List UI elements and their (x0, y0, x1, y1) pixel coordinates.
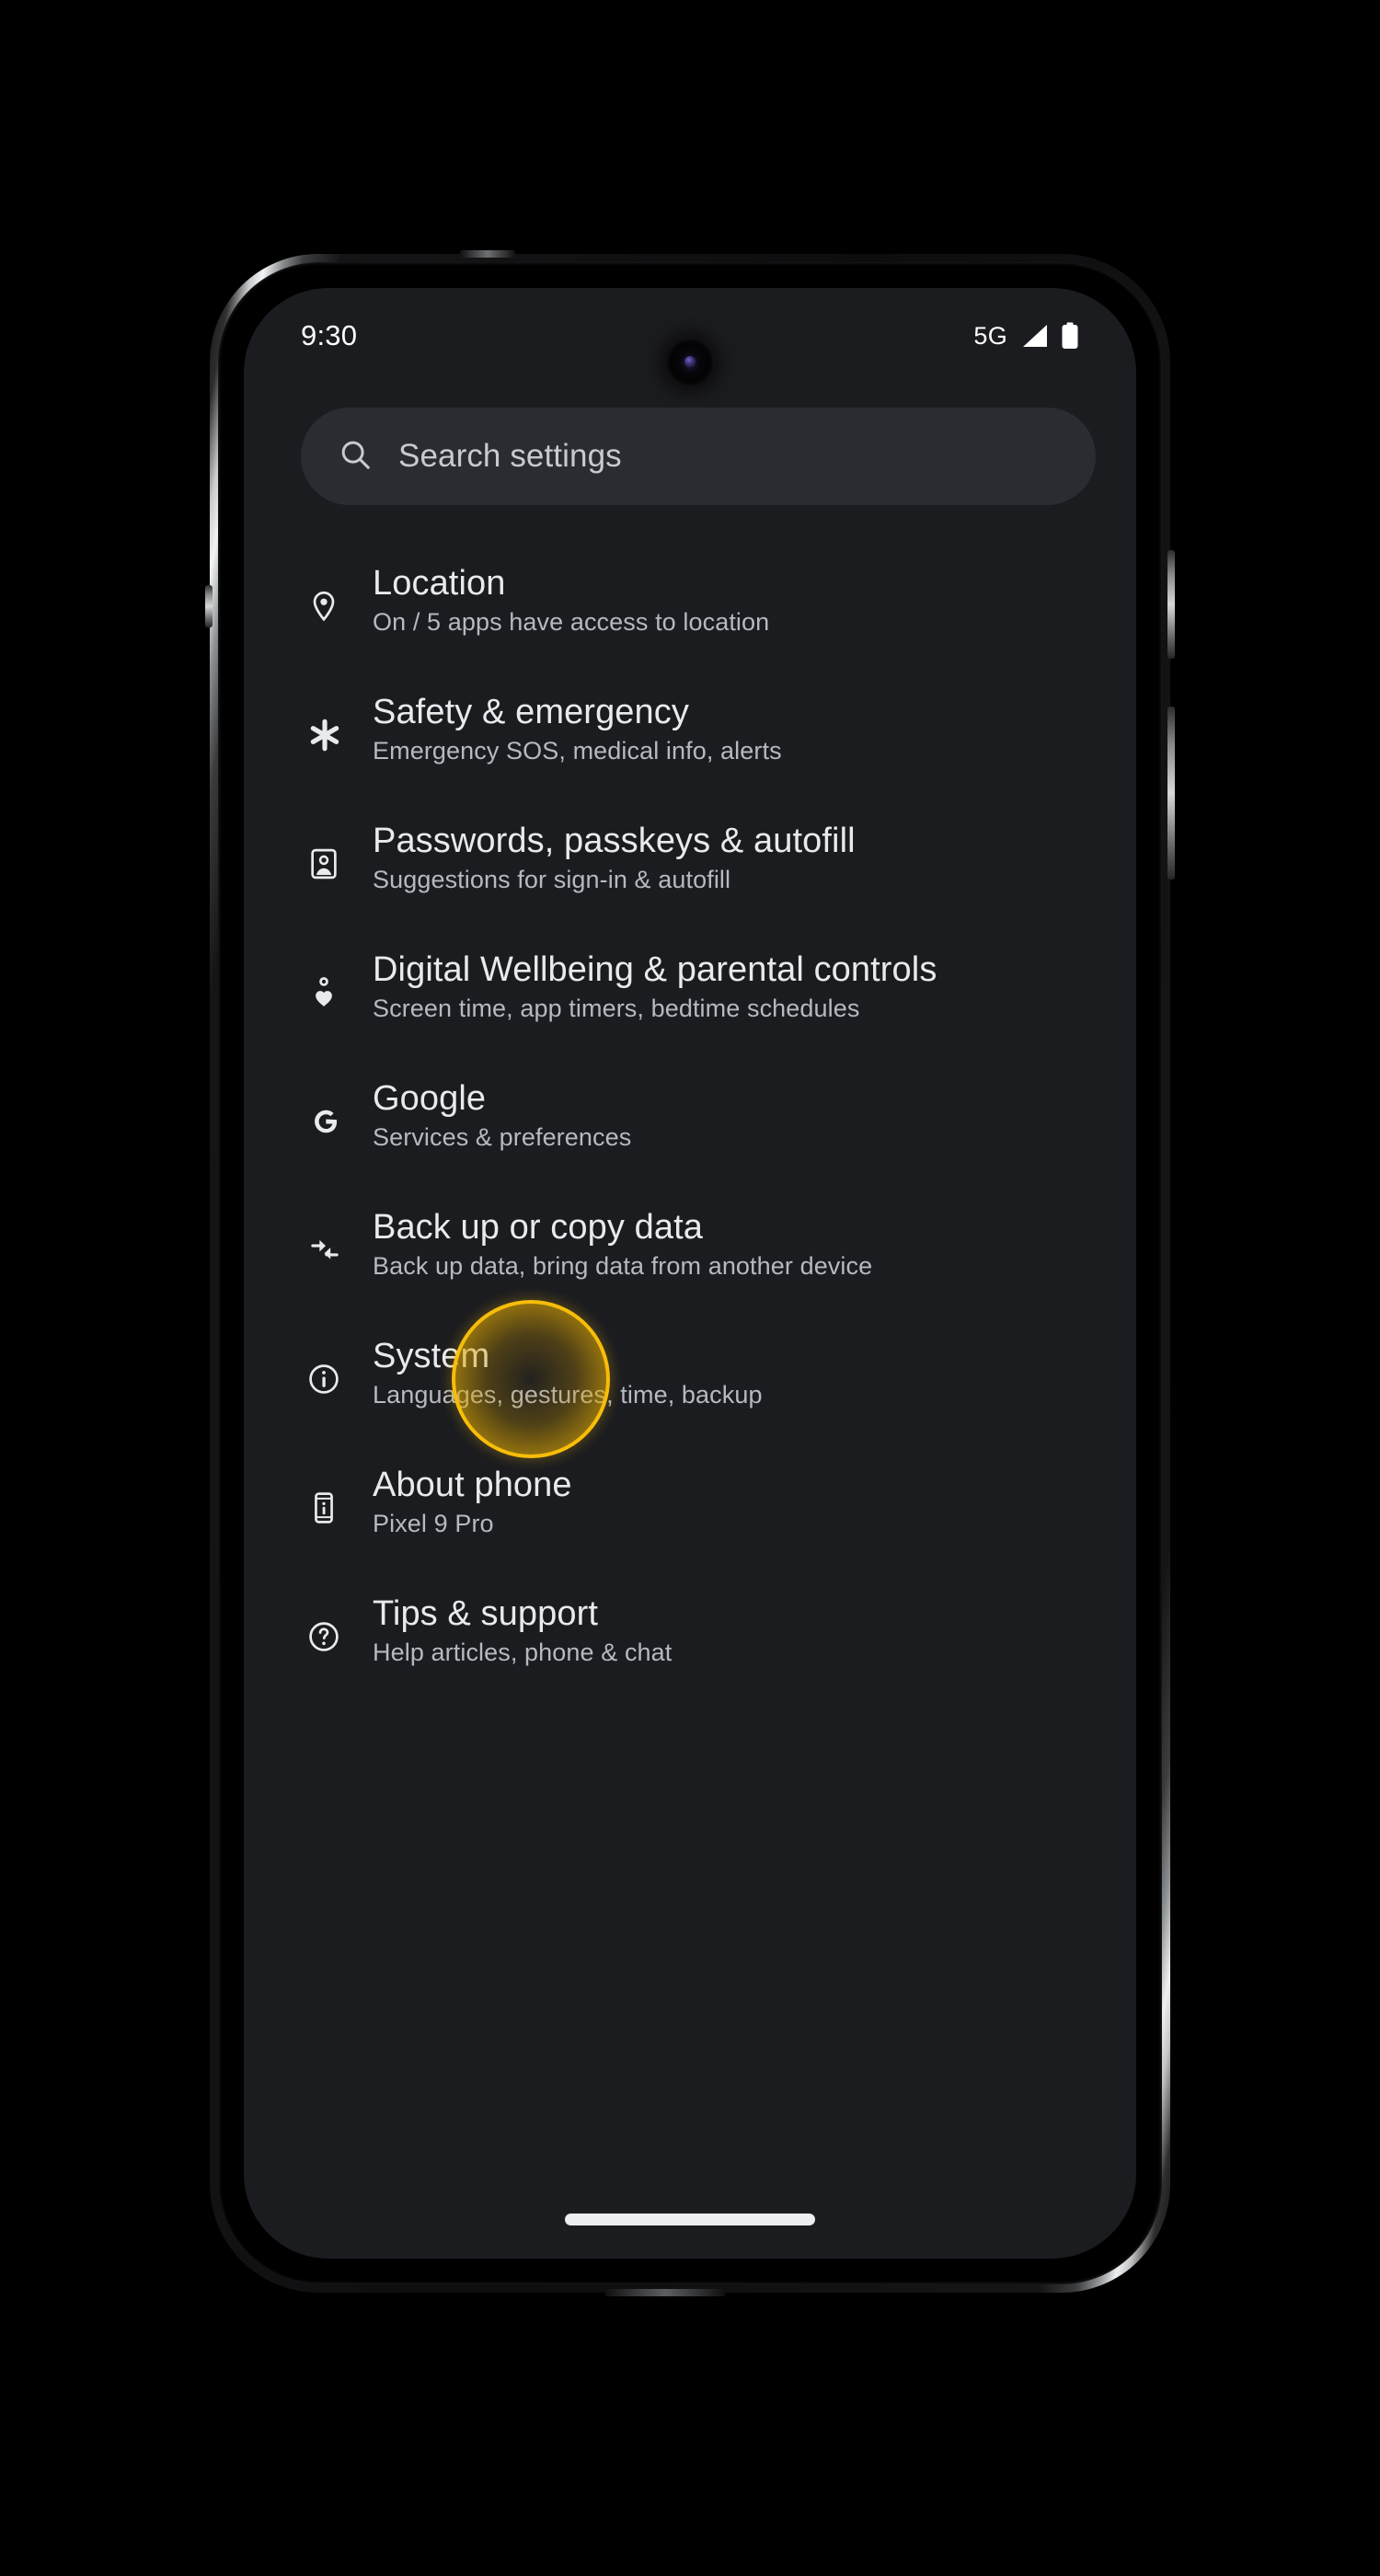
info-circle-icon (301, 1315, 373, 1443)
antenna-line-top (460, 250, 515, 258)
settings-row-title: Digital Wellbeing & parental controls (373, 950, 937, 989)
help-circle-icon (301, 1572, 373, 1701)
phone-screen: 9:30 5G Search settings Location On / 5 … (244, 288, 1136, 2259)
settings-row-subtitle: Back up data, bring data from another de… (373, 1252, 873, 1280)
status-bar-icons: 5G (973, 322, 1079, 351)
front-camera-punch-hole (667, 339, 713, 385)
settings-list: Location On / 5 apps have access to loca… (244, 542, 1136, 1701)
status-bar-clock: 9:30 (301, 319, 358, 351)
settings-row-subtitle: Screen time, app timers, bedtime schedul… (373, 995, 860, 1022)
volume-up-button[interactable] (205, 585, 213, 627)
settings-row-subtitle: Emergency SOS, medical info, alerts (373, 737, 782, 765)
search-settings-bar[interactable]: Search settings (301, 408, 1096, 505)
settings-row-about-phone[interactable]: About phone Pixel 9 Pro (301, 1443, 1079, 1572)
settings-row-title: Google (373, 1079, 487, 1118)
phone-info-icon (301, 1443, 373, 1572)
phone-device-frame: 9:30 5G Search settings Location On / 5 … (205, 250, 1175, 2296)
settings-row-title: About phone (373, 1466, 572, 1504)
settings-row-text: Tips & support Help articles, phone & ch… (373, 1572, 672, 1670)
settings-row-subtitle: Suggestions for sign-in & autofill (373, 866, 731, 893)
settings-row-google[interactable]: Google Services & preferences (301, 1057, 1079, 1186)
settings-row-system[interactable]: System Languages, gestures, time, backup (301, 1300, 1079, 1458)
search-input[interactable]: Search settings (398, 438, 622, 475)
settings-row-subtitle: Services & preferences (373, 1123, 632, 1151)
settings-row-title: Location (373, 564, 506, 603)
settings-row-backup-copy-data[interactable]: Back up or copy data Back up data, bring… (301, 1186, 1079, 1315)
settings-row-text: Safety & emergency Emergency SOS, medica… (373, 671, 782, 768)
settings-row-text: System Languages, gestures, time, backup (373, 1315, 763, 1412)
settings-row-title: System (373, 1337, 490, 1375)
settings-row-tips-support[interactable]: Tips & support Help articles, phone & ch… (301, 1572, 1079, 1701)
transfer-arrows-icon (301, 1186, 373, 1315)
settings-row-title: Safety & emergency (373, 693, 689, 731)
system-highlight-annotation (452, 1300, 610, 1458)
asterisk-safety-icon (301, 671, 373, 799)
wellbeing-heart-person-icon (301, 928, 373, 1057)
settings-row-text: Back up or copy data Back up data, bring… (373, 1186, 872, 1283)
home-gesture-pill[interactable] (565, 2214, 815, 2225)
device-bezel: 9:30 5G Search settings Location On / 5 … (218, 262, 1162, 2284)
settings-row-title: Passwords, passkeys & autofill (373, 822, 856, 860)
passkey-badge-icon (301, 799, 373, 928)
antenna-line-bottom (605, 2289, 725, 2296)
settings-row-title: Back up or copy data (373, 1208, 703, 1247)
volume-down-button[interactable] (1167, 707, 1175, 880)
settings-row-safety-emergency[interactable]: Safety & emergency Emergency SOS, medica… (301, 671, 1079, 799)
settings-row-text: Digital Wellbeing & parental controls Sc… (373, 928, 937, 1026)
settings-row-text: Passwords, passkeys & autofill Suggestio… (373, 799, 856, 897)
settings-row-subtitle: Help articles, phone & chat (373, 1639, 673, 1666)
settings-row-passwords-passkeys-autofill[interactable]: Passwords, passkeys & autofill Suggestio… (301, 799, 1079, 928)
settings-row-text: Google Services & preferences (373, 1057, 631, 1155)
settings-row-text: About phone Pixel 9 Pro (373, 1443, 572, 1541)
network-type-label: 5G (973, 321, 1007, 350)
settings-row-subtitle: On / 5 apps have access to location (373, 608, 770, 636)
google-g-icon (301, 1057, 373, 1186)
settings-row-text: Location On / 5 apps have access to loca… (373, 542, 769, 639)
settings-row-title: Tips & support (373, 1594, 598, 1633)
power-button[interactable] (1167, 550, 1175, 659)
location-pin-icon (301, 542, 373, 671)
settings-row-subtitle: Languages, gestures, time, backup (373, 1381, 763, 1409)
search-icon (338, 437, 373, 477)
settings-row-digital-wellbeing[interactable]: Digital Wellbeing & parental controls Sc… (301, 928, 1079, 1057)
battery-full-icon (1061, 322, 1079, 350)
signal-bars-icon (1019, 323, 1049, 349)
settings-row-location[interactable]: Location On / 5 apps have access to loca… (301, 542, 1079, 671)
settings-row-subtitle: Pixel 9 Pro (373, 1510, 494, 1537)
